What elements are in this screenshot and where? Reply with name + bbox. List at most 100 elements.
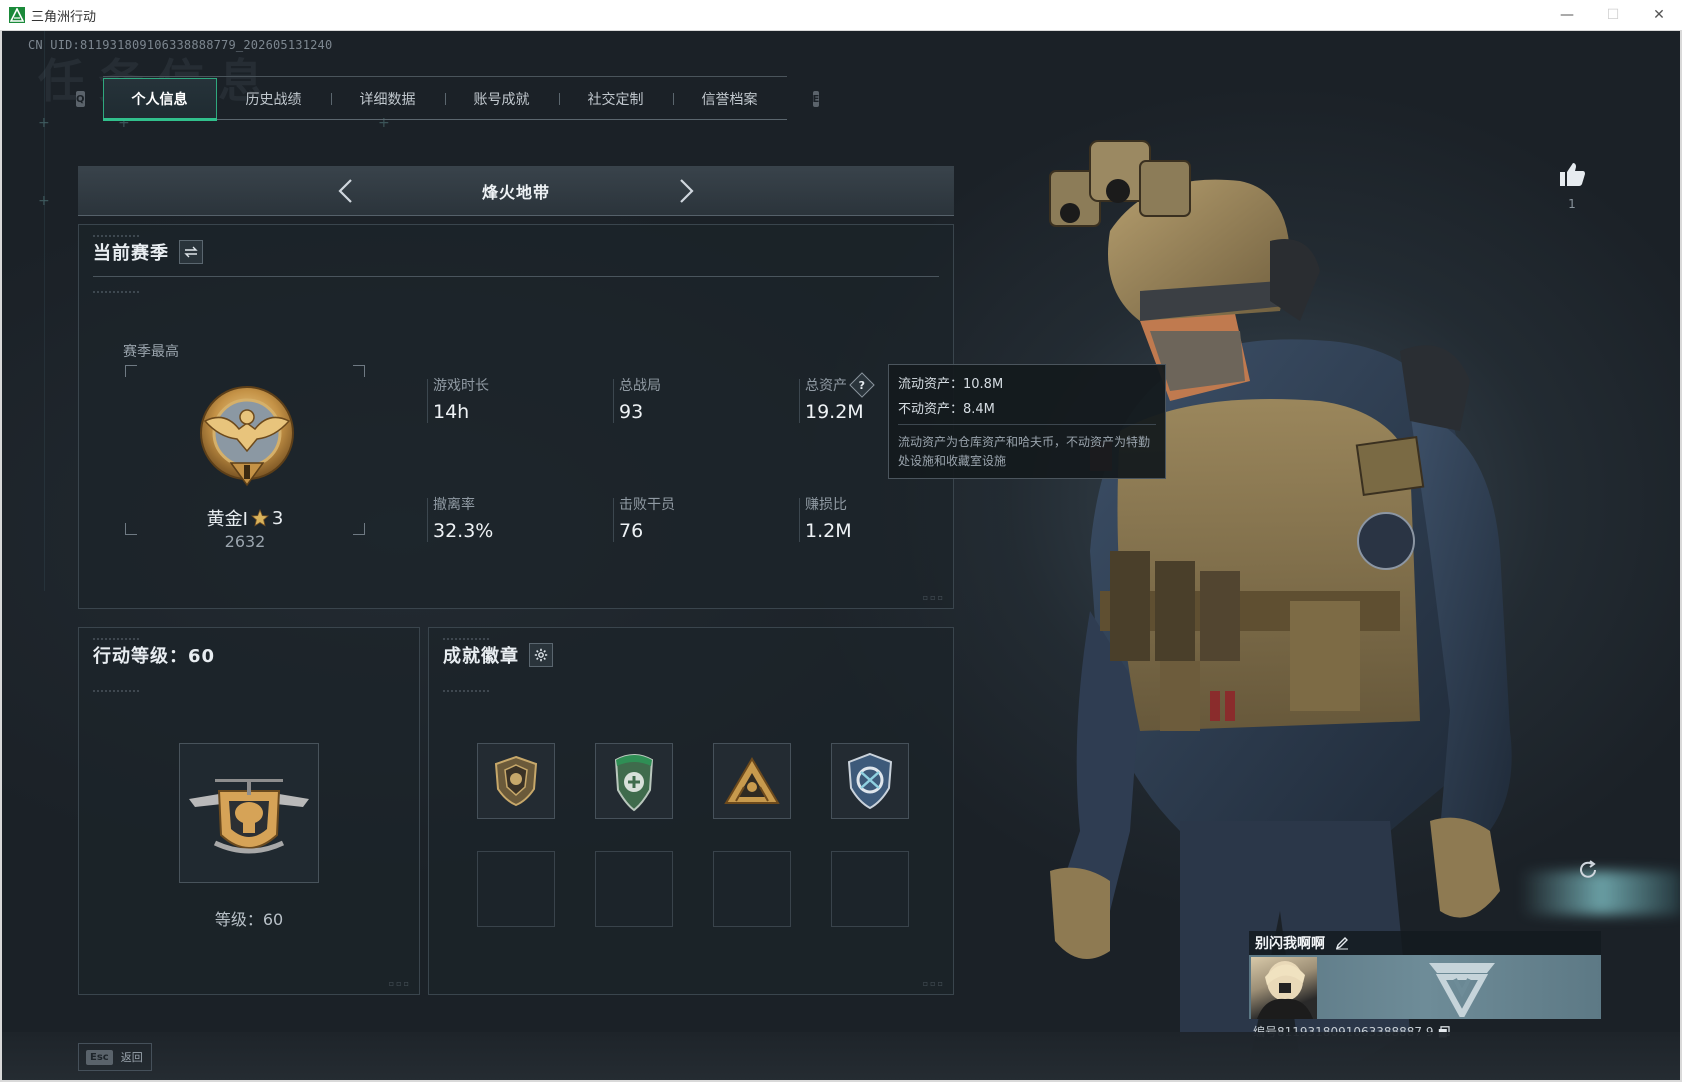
mode-title: 烽火地带 <box>481 183 550 202</box>
card-header: 别闪我啊啊 <box>1249 931 1601 955</box>
season-panel: 当前赛季 赛季最高 黄金I 3 2632 游戏时长 14h 总战局 93 总资产… <box>78 224 954 609</box>
badge-slot-6[interactable] <box>595 851 673 927</box>
tab-social-custom[interactable]: 社交定制 <box>558 78 673 119</box>
mode-prev-chevron-left-icon[interactable] <box>332 176 362 206</box>
decor-neon-light <box>1520 871 1682 915</box>
assets-tooltip: 流动资产：10.8M 不动资产：8.4M 流动资产为仓库资产和哈夫币，不动资产为… <box>888 364 1166 479</box>
badge-slot-8[interactable] <box>831 851 909 927</box>
decor-dots: ▫▫▫ <box>922 979 945 988</box>
tooltip-fixed-assets: 不动资产：8.4M <box>898 402 995 417</box>
mode-next-chevron-right-icon[interactable] <box>670 176 700 206</box>
rank-name-row: 黄金I 3 <box>125 505 365 531</box>
stat-profit-ratio-value: 1.2M <box>805 520 852 542</box>
card-banner <box>1249 955 1601 1019</box>
tooltip-divider <box>898 424 1156 425</box>
decor-micro-text <box>443 690 491 692</box>
level-badge-frame[interactable] <box>179 743 319 883</box>
decor-micro-text <box>443 638 491 640</box>
badges-panel-title: 成就徽章 <box>443 646 519 667</box>
rank-score: 2632 <box>224 532 266 551</box>
minimize-button[interactable]: — <box>1544 0 1590 31</box>
season-switch-button[interactable] <box>179 240 203 264</box>
stat-kills: 击败干员 76 <box>613 494 769 542</box>
maximize-button[interactable]: ☐ <box>1590 0 1636 31</box>
tab-next-key-hint[interactable]: E <box>812 91 820 107</box>
assets-help-question-icon[interactable]: ? <box>849 372 875 398</box>
badge-slot-1[interactable] <box>477 743 555 819</box>
rank-display: 黄金I 3 2632 <box>125 365 365 551</box>
stat-matches: 总战局 93 <box>613 375 769 423</box>
stat-matches-value: 93 <box>619 401 644 423</box>
season-best-label: 赛季最高 <box>123 344 179 360</box>
edit-pencil-icon[interactable] <box>1335 936 1349 950</box>
window-titlebar: 三角洲行动 — ☐ ✕ <box>0 0 1682 31</box>
tooltip-liquid-assets: 流动资产：10.8M <box>898 377 1004 392</box>
stat-matches-label: 总战局 <box>619 378 661 394</box>
badges-panel: 成就徽章 ▫▫▫ <box>428 627 954 995</box>
season-panel-title: 当前赛季 <box>93 243 169 264</box>
stat-kills-label: 击败干员 <box>619 497 675 513</box>
stat-extract-rate-label: 撤离率 <box>433 497 475 513</box>
badge-slot-4[interactable] <box>831 743 909 819</box>
gear-icon <box>534 648 548 662</box>
decor-micro-text <box>93 690 141 692</box>
back-label: 返回 <box>120 1051 143 1064</box>
panel-divider <box>93 276 939 277</box>
badges-settings-button[interactable] <box>529 643 553 667</box>
rank-name: 黄金I <box>206 509 248 530</box>
tab-account-achievements[interactable]: 账号成就 <box>444 78 559 119</box>
decor-micro-text <box>93 235 141 237</box>
helicopter-level-badge-icon <box>189 779 309 854</box>
tab-personal-info[interactable]: 个人信息 <box>102 78 217 121</box>
tab-history[interactable]: 历史战绩 <box>217 78 331 119</box>
refresh-icon <box>1580 860 1596 878</box>
gold-eagle-rank-icon <box>200 386 294 487</box>
star-icon <box>250 509 269 527</box>
uid-text: CN UID:811931809106338888779_20260513124… <box>28 38 333 52</box>
tab-row: 个人信息 历史战绩 详细数据 账号成就 社交定制 信誉档案 <box>102 76 787 121</box>
gold-triangle-badge-icon <box>724 757 780 804</box>
tab-detailed-data[interactable]: 详细数据 <box>330 78 445 119</box>
stat-profit-ratio: 赚损比 1.2M <box>799 494 955 542</box>
stat-kills-value: 76 <box>619 520 644 542</box>
main-tabs: Q 个人信息 历史战绩 详细数据 账号成就 社交定制 信誉档案 E <box>76 76 820 121</box>
close-button[interactable]: ✕ <box>1636 0 1682 31</box>
game-viewport: 任务信息 + + + + CN UID:81193180910633888877… <box>0 31 1682 1082</box>
delta-force-logo-icon <box>1429 963 1495 1017</box>
tab-prev-key-hint[interactable]: Q <box>76 91 85 107</box>
green-shield-badge-icon <box>614 754 654 812</box>
badge-slot-2[interactable] <box>595 743 673 819</box>
esc-key-hint: Esc <box>86 1049 113 1065</box>
level-panel-title: 行动等级：60 <box>93 646 216 667</box>
stat-playtime-value: 14h <box>433 401 470 423</box>
app-logo-icon <box>9 7 25 23</box>
decor-dots: ▫▫▫ <box>922 593 945 602</box>
mode-selector: 烽火地带 <box>78 166 954 216</box>
badge-slot-7[interactable] <box>713 851 791 927</box>
like-widget[interactable]: 1 <box>1556 161 1588 211</box>
stat-profit-ratio-label: 赚损比 <box>805 497 847 513</box>
stat-assets-label: 总资产 <box>805 378 847 394</box>
player-nickname: 别闪我啊啊 <box>1255 936 1325 952</box>
level-value-text: 等级：60 <box>214 910 284 929</box>
decor-dots: ▫▫▫ <box>388 979 411 988</box>
thumbs-up-icon[interactable] <box>1558 161 1586 187</box>
bottom-bar: Esc 返回 <box>0 1032 1682 1082</box>
rotate-model-button[interactable] <box>1577 859 1599 885</box>
stat-extract-rate-value: 32.3% <box>433 520 494 542</box>
like-count: 1 <box>1568 197 1576 211</box>
decor-cross-icon: + <box>38 115 50 131</box>
avatar[interactable] <box>1251 957 1317 1019</box>
decor-micro-text <box>93 638 141 640</box>
decor-micro-text <box>93 291 141 293</box>
swap-arrows-icon <box>184 246 198 258</box>
stat-extract-rate: 撤离率 32.3% <box>427 494 583 542</box>
stat-playtime: 游戏时长 14h <box>427 375 583 423</box>
badge-slot-3[interactable] <box>713 743 791 819</box>
back-button[interactable]: Esc 返回 <box>78 1043 152 1071</box>
badge-slot-5[interactable] <box>477 851 555 927</box>
player-card: 别闪我啊啊 编号8119318091063388887 9 <box>1249 931 1601 1039</box>
rank-stars: 3 <box>271 507 284 529</box>
tab-credit-profile[interactable]: 信誉档案 <box>672 78 787 119</box>
decor-cross-icon: + <box>38 193 50 209</box>
